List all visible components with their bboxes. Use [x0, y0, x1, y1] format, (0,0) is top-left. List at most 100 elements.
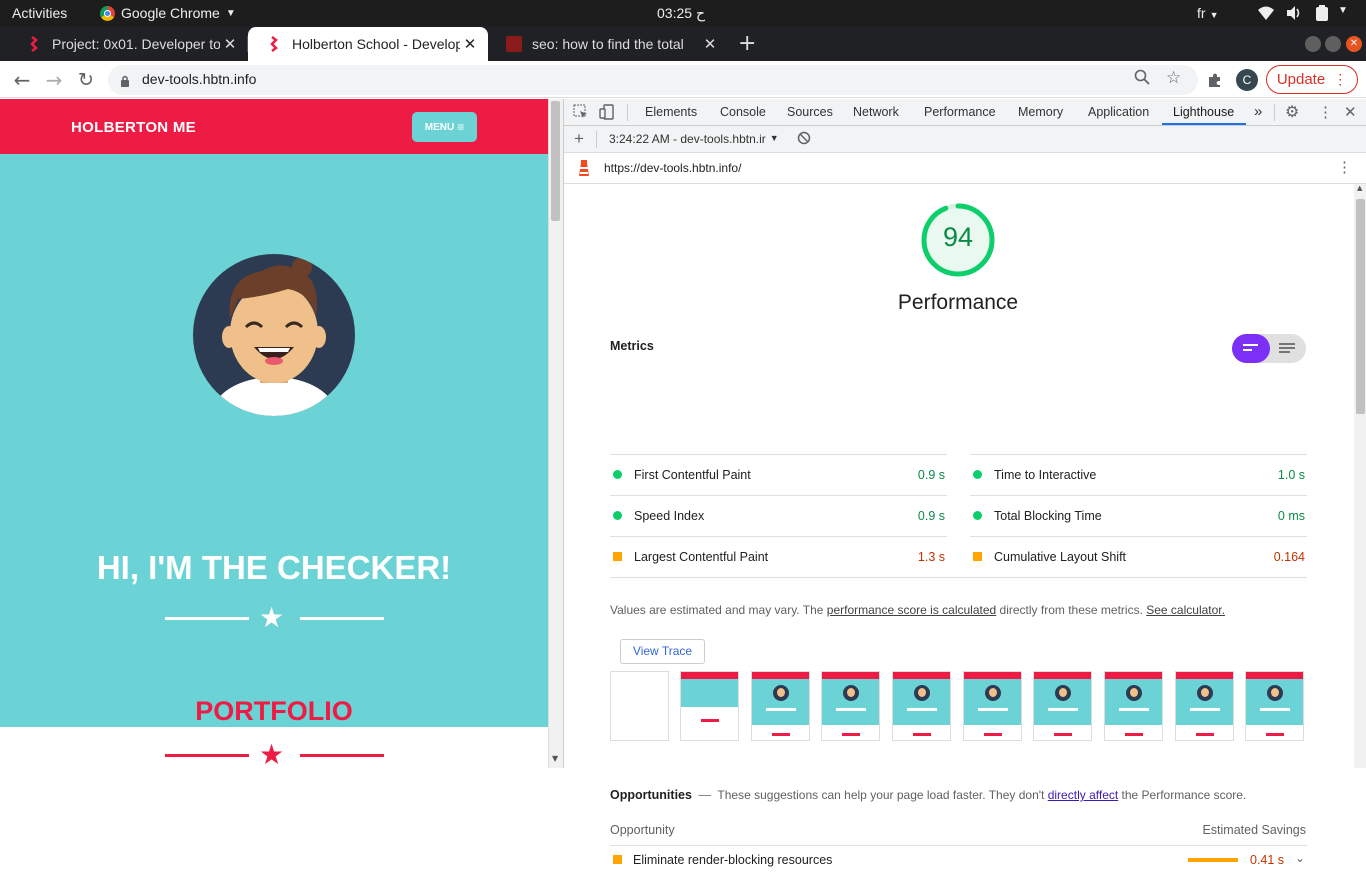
tab-project[interactable]: Project: 0x01. Developer tools ✕	[8, 27, 248, 61]
metric-item[interactable]: Cumulative Layout Shift 0.164	[970, 536, 1307, 577]
performance-score-gauge[interactable]: 94	[921, 203, 995, 277]
caret-down-icon: ▼	[769, 133, 779, 143]
metric-item[interactable]: Total Blocking Time 0 ms	[970, 495, 1307, 536]
filmstrip-frame[interactable]	[1104, 671, 1163, 741]
browser-toolbar: ← → ↻ dev-tools.hbtn.info ☆ C Update ⋮	[0, 61, 1366, 98]
summary-view-toggle[interactable]	[1232, 334, 1270, 363]
new-tab-icon[interactable]: +	[738, 31, 756, 56]
network-icon[interactable]	[1257, 5, 1275, 24]
tab-network[interactable]: Network	[853, 105, 899, 119]
opportunities-title: Opportunities	[610, 788, 692, 802]
app-menu[interactable]: Google Chrome ▼	[100, 5, 236, 21]
tab-elements[interactable]: Elements	[645, 105, 697, 119]
input-language[interactable]: fr ▼	[1197, 5, 1218, 21]
metric-value: 0.9 s	[917, 468, 945, 482]
maximize-icon[interactable]	[1325, 36, 1341, 52]
more-tabs-chevron-icon[interactable]: »	[1254, 103, 1262, 120]
divider-line	[300, 754, 384, 757]
opportunity-row[interactable]: Eliminate render-blocking resources 0.41…	[610, 846, 1307, 876]
close-window-icon[interactable]: ✕	[1346, 36, 1362, 52]
devtools-scrollbar[interactable]: ▲	[1354, 184, 1366, 768]
tab-memory[interactable]: Memory	[1018, 105, 1063, 119]
tab-application[interactable]: Application	[1088, 105, 1149, 119]
metric-item[interactable]: Largest Contentful Paint 1.3 s	[610, 536, 947, 577]
metrics-heading: Metrics	[610, 339, 654, 353]
filmstrip-frame[interactable]	[610, 671, 669, 741]
activities-button[interactable]: Activities	[12, 5, 67, 21]
menu-label: MENU	[424, 121, 455, 133]
metric-item[interactable]: First Contentful Paint 0.9 s	[610, 454, 947, 495]
holberton-favicon-icon	[26, 36, 42, 52]
device-toolbar-icon[interactable]	[599, 104, 615, 123]
close-tab-icon[interactable]: ✕	[460, 35, 480, 53]
clear-reports-icon[interactable]	[797, 131, 811, 148]
see-calculator-link[interactable]: See calculator.	[1146, 603, 1225, 617]
tab-holberton-school[interactable]: Holberton School - Developer tools ✕	[248, 27, 488, 61]
tab-title: Project: 0x01. Developer tools	[52, 36, 220, 52]
metric-value: 0.164	[1273, 550, 1305, 564]
tab-seo[interactable]: seo: how to find the total ✕	[488, 27, 728, 61]
back-icon[interactable]: ←	[10, 68, 34, 92]
filmstrip-frame[interactable]	[892, 671, 951, 741]
more-vert-icon[interactable]: ⋮	[1337, 158, 1352, 176]
bookmark-star-icon[interactable]: ☆	[1166, 68, 1181, 88]
reload-icon[interactable]: ↻	[74, 68, 98, 92]
tab-sources[interactable]: Sources	[787, 105, 833, 119]
report-url[interactable]: https://dev-tools.hbtn.info/	[604, 161, 741, 175]
scroll-down-arrow-icon[interactable]: ▼	[552, 754, 558, 763]
view-trace-button[interactable]: View Trace	[620, 639, 705, 664]
directly-affect-link[interactable]: directly affect	[1048, 788, 1118, 802]
devtools-tab-bar: Elements Console Sources Network Perform…	[564, 99, 1366, 126]
filmstrip-frame[interactable]	[1245, 671, 1304, 741]
clock[interactable]: 03:25 ح	[657, 5, 705, 22]
filmstrip-frame[interactable]	[751, 671, 810, 741]
caret-down-icon[interactable]: ▼	[1338, 5, 1348, 16]
update-button[interactable]: Update ⋮	[1266, 65, 1358, 94]
filmstrip-frame[interactable]	[1033, 671, 1092, 741]
metric-value: 0 ms	[1277, 509, 1305, 523]
profile-avatar[interactable]: C	[1236, 69, 1258, 91]
zoom-search-icon[interactable]	[1134, 69, 1150, 89]
minimize-icon[interactable]	[1305, 36, 1321, 52]
star-icon: ★	[259, 601, 285, 634]
scrollbar-thumb[interactable]	[1356, 199, 1365, 414]
metric-item[interactable]: Speed Index 0.9 s	[610, 495, 947, 536]
battery-icon[interactable]	[1315, 5, 1329, 25]
metrics-view-toggle[interactable]	[1232, 334, 1306, 363]
more-vert-icon[interactable]: ⋮	[1318, 103, 1333, 121]
scrollbar-thumb[interactable]	[551, 101, 560, 221]
filmstrip-frame[interactable]	[680, 671, 739, 741]
opportunity-savings: 0.41 s	[1250, 853, 1285, 867]
chrome-logo-icon	[100, 5, 115, 21]
filmstrip-frame[interactable]	[963, 671, 1022, 741]
report-selector[interactable]: 3:24:22 AM - dev-tools.hbtn.ir ▼	[609, 132, 779, 146]
lock-icon[interactable]	[120, 73, 130, 92]
tab-lighthouse[interactable]: Lighthouse	[1173, 105, 1234, 119]
hero-section: HI, I'M THE CHECKER! ★	[0, 154, 548, 727]
close-devtools-icon[interactable]: ✕	[1344, 103, 1357, 121]
list-view-icon[interactable]	[1279, 343, 1295, 345]
scroll-up-arrow-icon[interactable]: ▲	[1357, 184, 1362, 192]
expand-chevron-icon[interactable]: ⌄	[1295, 851, 1305, 865]
metric-name: First Contentful Paint	[634, 468, 751, 482]
tab-console[interactable]: Console	[720, 105, 766, 119]
metric-item[interactable]: Time to Interactive 1.0 s	[970, 454, 1307, 495]
inspect-element-icon[interactable]	[573, 104, 589, 123]
separator-dash: —	[698, 788, 711, 802]
address-bar[interactable]: dev-tools.hbtn.info ☆	[108, 65, 1198, 95]
new-report-plus-icon[interactable]: +	[574, 129, 584, 149]
site-brand[interactable]: HOLBERTON ME	[71, 119, 196, 136]
close-tab-icon[interactable]: ✕	[700, 35, 720, 53]
settings-gear-icon[interactable]: ⚙	[1285, 102, 1299, 122]
score-value: 94	[942, 222, 974, 252]
page-scrollbar[interactable]: ▼	[548, 99, 563, 768]
forward-icon[interactable]: →	[42, 68, 66, 92]
filmstrip-frame[interactable]	[1175, 671, 1234, 741]
close-tab-icon[interactable]: ✕	[220, 35, 240, 53]
extensions-puzzle-icon[interactable]	[1203, 68, 1227, 92]
filmstrip-frame[interactable]	[821, 671, 880, 741]
tab-performance[interactable]: Performance	[924, 105, 996, 119]
menu-button[interactable]: MENU ≡	[412, 112, 477, 142]
score-calculated-link[interactable]: performance score is calculated	[827, 603, 996, 617]
volume-icon[interactable]	[1285, 5, 1303, 24]
